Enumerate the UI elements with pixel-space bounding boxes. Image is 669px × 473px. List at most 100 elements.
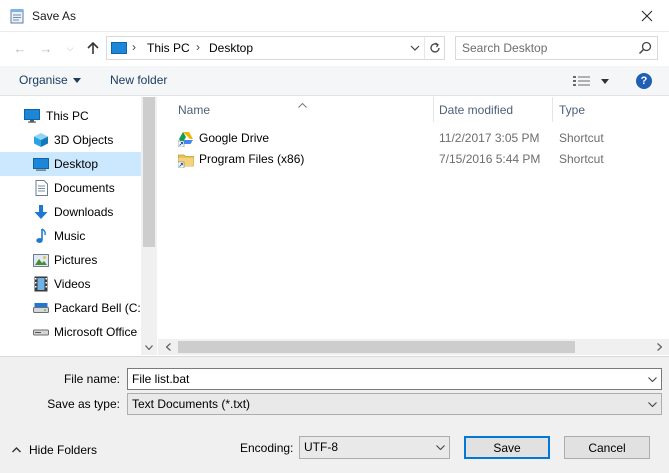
cube-icon	[33, 132, 49, 148]
search-box[interactable]	[455, 36, 658, 60]
scrollbar-thumb[interactable]	[143, 97, 155, 247]
save-as-type-label: Save as type:	[47, 397, 120, 411]
organise-label: Organise	[19, 73, 68, 87]
google-drive-shortcut-icon	[178, 132, 193, 147]
scroll-left-button[interactable]	[160, 339, 176, 355]
column-divider[interactable]	[433, 97, 434, 122]
new-folder-button[interactable]: New folder	[110, 73, 167, 87]
breadcrumb-separator-icon: ›	[196, 40, 200, 54]
hide-folders-button[interactable]: Hide Folders	[12, 443, 97, 457]
help-button[interactable]: ?	[636, 73, 652, 89]
computer-icon	[24, 108, 40, 124]
cancel-button[interactable]: Cancel	[564, 436, 650, 459]
details-view-icon	[573, 76, 590, 86]
save-as-type-value: Text Documents (*.txt)	[132, 397, 251, 411]
file-type: Shortcut	[559, 152, 604, 166]
search-input[interactable]	[462, 40, 632, 56]
address-bar[interactable]: › This PC › Desktop	[106, 36, 445, 60]
music-note-icon	[33, 228, 49, 244]
nav-item-label: Downloads	[54, 205, 114, 219]
sort-ascending-icon	[298, 97, 308, 108]
file-list: Name Date modified Type Google Drive 11/…	[158, 97, 669, 339]
organise-button[interactable]: Organise	[19, 73, 81, 87]
recent-locations-button[interactable]: ⌵	[60, 37, 80, 59]
chevron-down-icon	[145, 344, 153, 350]
chevron-down-icon	[647, 376, 657, 382]
scroll-right-button[interactable]	[651, 339, 667, 355]
drive-icon	[33, 324, 49, 340]
nav-item-label: Packard Bell (C:)	[54, 301, 145, 315]
nav-item-microsoft-office-drive[interactable]: Microsoft Office	[0, 320, 141, 344]
nav-item-pictures[interactable]: Pictures	[0, 248, 141, 272]
file-list-horizontal-scrollbar[interactable]	[158, 339, 669, 355]
document-icon	[33, 180, 49, 196]
breadcrumb-this-pc[interactable]: This PC	[147, 41, 190, 55]
chevron-down-icon	[647, 401, 657, 407]
save-options-panel: File name: File list.bat Save as type: T…	[0, 356, 669, 473]
nav-item-label: Desktop	[54, 157, 99, 171]
chevron-down-icon	[410, 45, 420, 51]
file-row[interactable]: Google Drive 11/2/2017 3:05 PM Shortcut	[175, 128, 665, 149]
back-button[interactable]: ←	[10, 37, 30, 59]
save-as-type-select[interactable]: Text Documents (*.txt)	[127, 393, 662, 415]
close-icon	[641, 10, 653, 22]
change-view-button[interactable]	[573, 72, 609, 90]
nav-item-packard-bell-drive[interactable]: Packard Bell (C:)	[0, 296, 145, 320]
hide-folders-label: Hide Folders	[29, 443, 98, 457]
scrollbar-thumb[interactable]	[178, 341, 575, 353]
column-divider[interactable]	[552, 97, 553, 122]
search-icon	[638, 41, 652, 55]
save-button[interactable]: Save	[464, 436, 550, 459]
nav-item-label: Pictures	[54, 253, 98, 267]
picture-icon	[33, 252, 49, 268]
new-folder-label: New folder	[110, 73, 168, 87]
encoding-select[interactable]: UTF-8	[299, 436, 450, 459]
nav-item-downloads[interactable]: Downloads	[0, 200, 141, 224]
column-header-type[interactable]: Type	[559, 97, 585, 122]
file-name-field[interactable]: File list.bat	[127, 368, 662, 390]
caret-down-icon	[601, 78, 609, 84]
arrow-up-icon	[87, 41, 99, 54]
file-date: 7/15/2016 5:44 PM	[439, 152, 541, 166]
nav-item-this-pc[interactable]: This PC	[0, 104, 141, 128]
arrow-left-icon: ←	[13, 40, 27, 56]
chevron-right-icon	[656, 343, 662, 351]
scroll-down-button[interactable]	[141, 341, 157, 353]
file-name-label: File name:	[63, 372, 120, 386]
chevron-left-icon	[165, 343, 171, 351]
title-bar: Save As	[0, 0, 669, 32]
column-header-date-modified[interactable]: Date modified	[439, 97, 513, 122]
desktop-icon	[33, 156, 49, 172]
file-row[interactable]: Program Files (x86) 7/15/2016 5:44 PM Sh…	[175, 149, 665, 170]
refresh-button[interactable]	[424, 37, 444, 59]
notepad-app-icon	[10, 9, 24, 24]
encoding-dropdown-button[interactable]	[431, 437, 449, 457]
nav-item-label: Documents	[54, 181, 115, 195]
forward-button[interactable]: →	[36, 37, 56, 59]
breadcrumb-desktop[interactable]: Desktop	[209, 41, 253, 55]
chevron-up-icon	[12, 447, 21, 453]
file-name: Google Drive	[199, 131, 270, 145]
nav-item-label: Music	[54, 229, 86, 243]
nav-item-documents[interactable]: Documents	[0, 176, 141, 200]
save-as-type-dropdown-button[interactable]	[643, 394, 661, 414]
nav-item-3d-objects[interactable]: 3D Objects	[0, 128, 141, 152]
nav-item-music[interactable]: Music	[0, 224, 141, 248]
folder-shortcut-icon	[178, 154, 194, 168]
nav-item-label: Videos	[54, 277, 91, 291]
nav-item-desktop[interactable]: Desktop	[0, 152, 141, 176]
chevron-down-icon: ⌵	[66, 42, 74, 53]
download-arrow-icon	[33, 204, 49, 220]
breadcrumb-separator-icon: ›	[132, 40, 136, 54]
navigation-pane: This PC 3D Objects Desktop Documents Dow…	[0, 97, 157, 355]
address-history-button[interactable]	[406, 37, 424, 59]
close-button[interactable]	[625, 0, 669, 32]
file-name-dropdown-button[interactable]	[643, 369, 661, 389]
column-header-name[interactable]: Name	[178, 97, 210, 122]
file-name: Program Files (x86)	[199, 152, 305, 166]
refresh-icon	[429, 42, 440, 53]
up-button[interactable]	[83, 37, 103, 59]
nav-item-label: 3D Objects	[54, 133, 114, 147]
navigation-pane-scrollbar[interactable]	[141, 97, 157, 355]
nav-item-videos[interactable]: Videos	[0, 272, 141, 296]
